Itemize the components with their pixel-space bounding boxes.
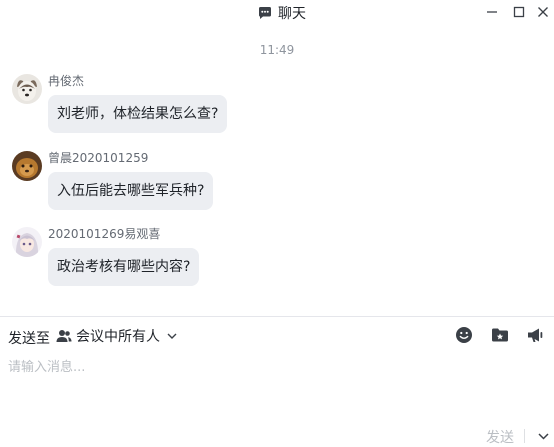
emoji-icon[interactable]	[455, 326, 473, 344]
maximize-icon	[513, 6, 525, 18]
window-title-group: 聊天	[258, 3, 306, 23]
close-button[interactable]	[532, 3, 554, 21]
chevron-down-icon	[167, 333, 177, 339]
send-button[interactable]: 发送	[486, 427, 514, 447]
pet-avatar[interactable]	[12, 151, 42, 181]
message-bubble[interactable]: 政治考核有哪些内容?	[48, 248, 200, 286]
sender-name: 曾晨2020101259	[48, 151, 149, 165]
minimize-icon	[487, 11, 497, 13]
dog-avatar[interactable]	[12, 74, 42, 104]
send-to-dropdown[interactable]: 会议中所有人	[56, 326, 178, 346]
minimize-button[interactable]	[481, 3, 503, 21]
folder-icon[interactable]	[491, 326, 509, 344]
message-input[interactable]	[8, 356, 544, 406]
message-bubble[interactable]: 刘老师，体检结果怎么查?	[48, 95, 228, 133]
sender-name: 冉俊杰	[48, 74, 85, 88]
window-title: 聊天	[278, 6, 306, 22]
sender-name: 2020101269易观喜	[48, 227, 161, 241]
message-bubble[interactable]: 入伍后能去哪些军兵种?	[48, 172, 214, 210]
message-timestamp: 11:49	[259, 43, 295, 57]
chat-bubble-icon	[259, 7, 271, 19]
send-options-chevron-icon[interactable]	[537, 430, 550, 442]
maximize-button[interactable]	[508, 3, 530, 21]
anime-girl-avatar[interactable]	[12, 227, 42, 257]
send-to-target: 会议中所有人	[76, 329, 160, 345]
composer-divider	[0, 316, 554, 317]
people-icon	[56, 330, 72, 342]
megaphone-icon[interactable]	[527, 326, 545, 344]
close-icon	[538, 7, 548, 17]
title-bar: 聊天	[0, 0, 554, 26]
send-to-label: 发送至	[8, 331, 50, 347]
send-separator	[524, 429, 525, 443]
